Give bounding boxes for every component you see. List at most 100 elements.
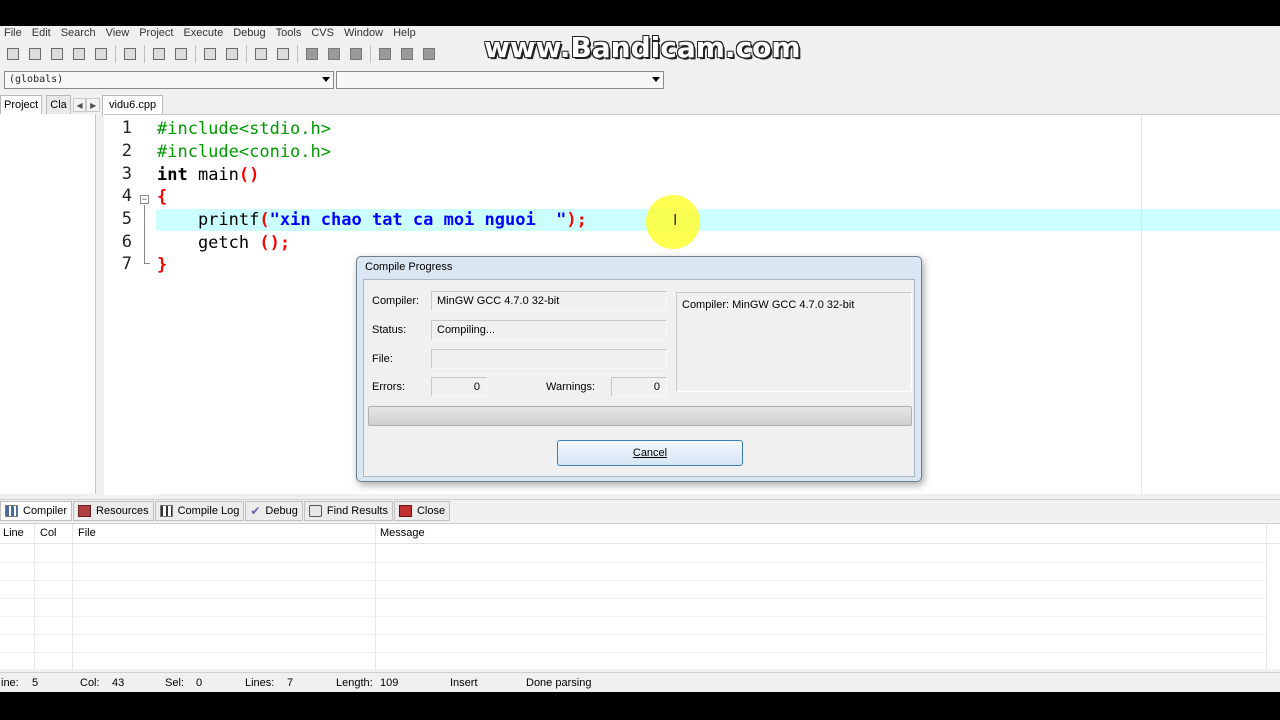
open-paren: ( (259, 210, 270, 230)
menu-cvs[interactable]: CVS (307, 26, 340, 40)
code-line-1: #include<stdio.h> (157, 119, 331, 139)
tab-classes[interactable]: Cla (46, 95, 71, 115)
new-file-icon[interactable] (4, 45, 22, 63)
close-paren-semicolon: ); (566, 210, 587, 230)
scope-combo-value: (globals) (9, 74, 64, 85)
close-file-icon[interactable] (92, 45, 110, 63)
status-lines-value: 7 (287, 677, 294, 689)
row-divider (0, 616, 1266, 617)
menu-execute[interactable]: Execute (179, 26, 229, 40)
replace-icon[interactable] (223, 45, 241, 63)
open-file-icon[interactable] (26, 45, 44, 63)
save-icon[interactable] (48, 45, 66, 63)
menu-debug[interactable]: Debug (229, 26, 271, 40)
status-message: Done parsing (526, 677, 592, 689)
bookmark-icon[interactable] (347, 45, 365, 63)
tab-debug[interactable]: ✔ Debug (245, 500, 303, 521)
scroll-left-icon[interactable]: ◀ (72, 98, 87, 112)
bar-chart-icon (159, 504, 173, 517)
forward-icon[interactable] (325, 45, 343, 63)
tab-compiler[interactable]: Compiler (0, 500, 73, 521)
dev-cpp-window: File Edit Search View Project Execute De… (0, 26, 1280, 692)
class-browser-combos: (globals) (0, 71, 664, 91)
find-icon[interactable] (201, 45, 219, 63)
identifier-main: main (187, 165, 239, 185)
right-margin-guide (1141, 115, 1142, 495)
identifier-getch: getch (157, 233, 260, 253)
symbol-combo[interactable] (336, 71, 664, 89)
column-divider (34, 524, 35, 670)
undo-icon[interactable] (150, 45, 168, 63)
row-divider (0, 580, 1266, 581)
back-icon[interactable] (303, 45, 321, 63)
checkmark-icon: ✔ (250, 503, 261, 518)
status-insert-mode: Insert (450, 677, 478, 689)
toolbar-divider (195, 45, 196, 63)
column-col[interactable]: Col (40, 527, 57, 539)
column-divider (72, 524, 73, 670)
redo-icon[interactable] (172, 45, 190, 63)
toolbar-divider (297, 45, 298, 63)
status-label: Status: (372, 324, 407, 336)
run-icon[interactable] (398, 45, 416, 63)
screen-top-bar (0, 0, 1280, 26)
line-number: 4 (121, 186, 132, 206)
text-cursor-icon: I (673, 211, 678, 229)
tab-vidu6-cpp[interactable]: vidu6.cpp (102, 95, 164, 115)
scroll-right-icon[interactable]: ▶ (86, 98, 100, 112)
file-label: File: (372, 353, 393, 365)
cancel-button[interactable]: Cancel (557, 440, 743, 466)
tab-compile-log-label: Compile Log (177, 504, 240, 517)
screen-bottom-bar (0, 692, 1280, 720)
menu-project[interactable]: Project (135, 26, 179, 40)
indent-icon[interactable] (252, 45, 270, 63)
column-file[interactable]: File (78, 527, 96, 539)
identifier-printf: printf (157, 210, 260, 230)
tab-close[interactable]: Close (393, 500, 451, 521)
compile-progress-bar (368, 406, 912, 426)
line-number: 2 (121, 141, 132, 161)
toolbar-divider (115, 45, 116, 63)
toolbar-divider (144, 45, 145, 63)
tab-find-results[interactable]: Find Results (303, 500, 393, 521)
compile-run-icon[interactable] (420, 45, 438, 63)
tab-resources[interactable]: Resources (73, 500, 154, 521)
row-divider (0, 562, 1266, 563)
save-all-icon[interactable] (70, 45, 88, 63)
menu-view[interactable]: View (102, 26, 136, 40)
menu-file[interactable]: File (0, 26, 28, 40)
table-header: Line Col File Message (0, 524, 1280, 544)
compiler-field: MinGW GCC 4.7.0 32-bit (431, 291, 667, 311)
menu-edit[interactable]: Edit (28, 26, 57, 40)
menu-help[interactable]: Help (389, 26, 422, 40)
code-line-2: #include<conio.h> (157, 142, 331, 162)
column-message[interactable]: Message (380, 527, 425, 539)
chevron-down-icon (322, 77, 330, 82)
column-line[interactable]: Line (3, 527, 24, 539)
status-sel-label: Sel: (165, 677, 184, 689)
line-number: 3 (121, 164, 132, 184)
status-bar: ine: 5 Col: 43 Sel: 0 Lines: 7 Length: 1… (0, 672, 1280, 692)
menu-tools[interactable]: Tools (272, 26, 308, 40)
bandicam-watermark: www.Bandicam.com (484, 31, 801, 64)
find-results-icon (308, 504, 322, 517)
tab-project[interactable]: Project (0, 95, 43, 115)
fold-guide-end (144, 263, 150, 264)
scope-combo[interactable]: (globals) (4, 71, 334, 89)
errors-label: Errors: (372, 381, 405, 393)
column-divider (1266, 524, 1267, 670)
compile-log-text: Compiler: MinGW GCC 4.7.0 32-bit (682, 299, 855, 311)
compile-icon[interactable] (376, 45, 394, 63)
row-divider (0, 598, 1266, 599)
unindent-icon[interactable] (274, 45, 292, 63)
file-field (431, 349, 667, 369)
menu-window[interactable]: Window (340, 26, 389, 40)
project-browser-panel (0, 114, 96, 494)
code-line-3: int main() (157, 164, 259, 186)
menu-search[interactable]: Search (57, 26, 102, 40)
parens: () (238, 165, 260, 185)
compile-log-box: Compiler: MinGW GCC 4.7.0 32-bit (676, 292, 912, 392)
print-icon[interactable] (121, 45, 139, 63)
fold-toggle-icon[interactable]: − (140, 195, 149, 204)
tab-compile-log[interactable]: Compile Log (154, 500, 245, 521)
